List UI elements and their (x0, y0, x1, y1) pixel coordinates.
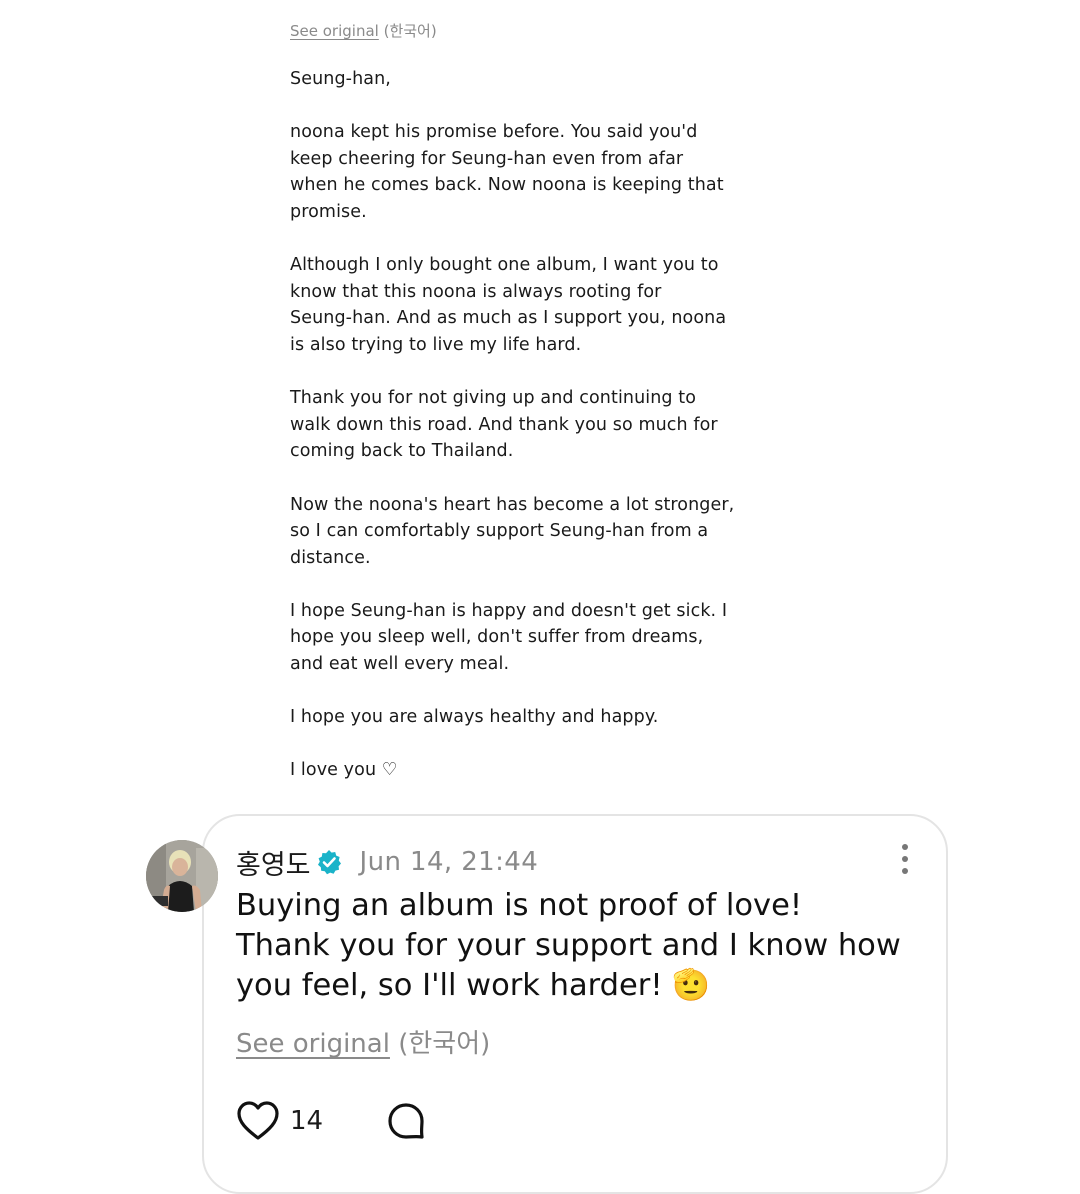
see-original-row: See original (한국어) (290, 18, 760, 44)
letter-paragraph: Now the noona's heart has become a lot s… (290, 494, 735, 568)
original-language-label: (한국어) (383, 22, 437, 40)
reply-header: 홍영도 Jun 14, 21:44 (236, 842, 538, 882)
author-name[interactable]: 홍영도 (236, 843, 311, 882)
comment-bubble-icon[interactable] (387, 1102, 425, 1140)
avatar[interactable] (146, 840, 218, 912)
letter-paragraph: I love you ♡ (290, 760, 398, 781)
action-bar: 14 (236, 1098, 425, 1144)
see-original-link[interactable]: See original (290, 22, 379, 40)
original-language-label: (한국어) (398, 1029, 491, 1059)
more-vertical-icon[interactable] (892, 840, 918, 878)
top-post: See original (한국어) Seung-han, noona kept… (290, 18, 760, 811)
avatar-photo (146, 840, 218, 912)
letter-paragraph: Although I only bought one album, I want… (290, 255, 727, 355)
like-count: 14 (290, 1106, 324, 1136)
reply-see-original-row: See original (한국어) (236, 1024, 490, 1064)
letter-paragraph: Seung-han, (290, 69, 391, 89)
letter-paragraph: I hope you are always healthy and happy. (290, 707, 659, 728)
letter-paragraph: I hope Seung-han is happy and doesn't ge… (290, 600, 728, 675)
see-original-link[interactable]: See original (236, 1029, 390, 1059)
letter-paragraph: noona kept his promise before. You said … (290, 122, 724, 222)
letter-body: Seung-han, noona kept his promise before… (290, 66, 760, 784)
timestamp: Jun 14, 21:44 (359, 847, 539, 877)
reply-text: Buying an album is not proof of love! Th… (236, 888, 901, 1003)
heart-icon[interactable] (236, 1100, 280, 1142)
verified-badge-icon (317, 850, 341, 875)
letter-paragraph: Thank you for not giving up and continui… (290, 388, 718, 462)
